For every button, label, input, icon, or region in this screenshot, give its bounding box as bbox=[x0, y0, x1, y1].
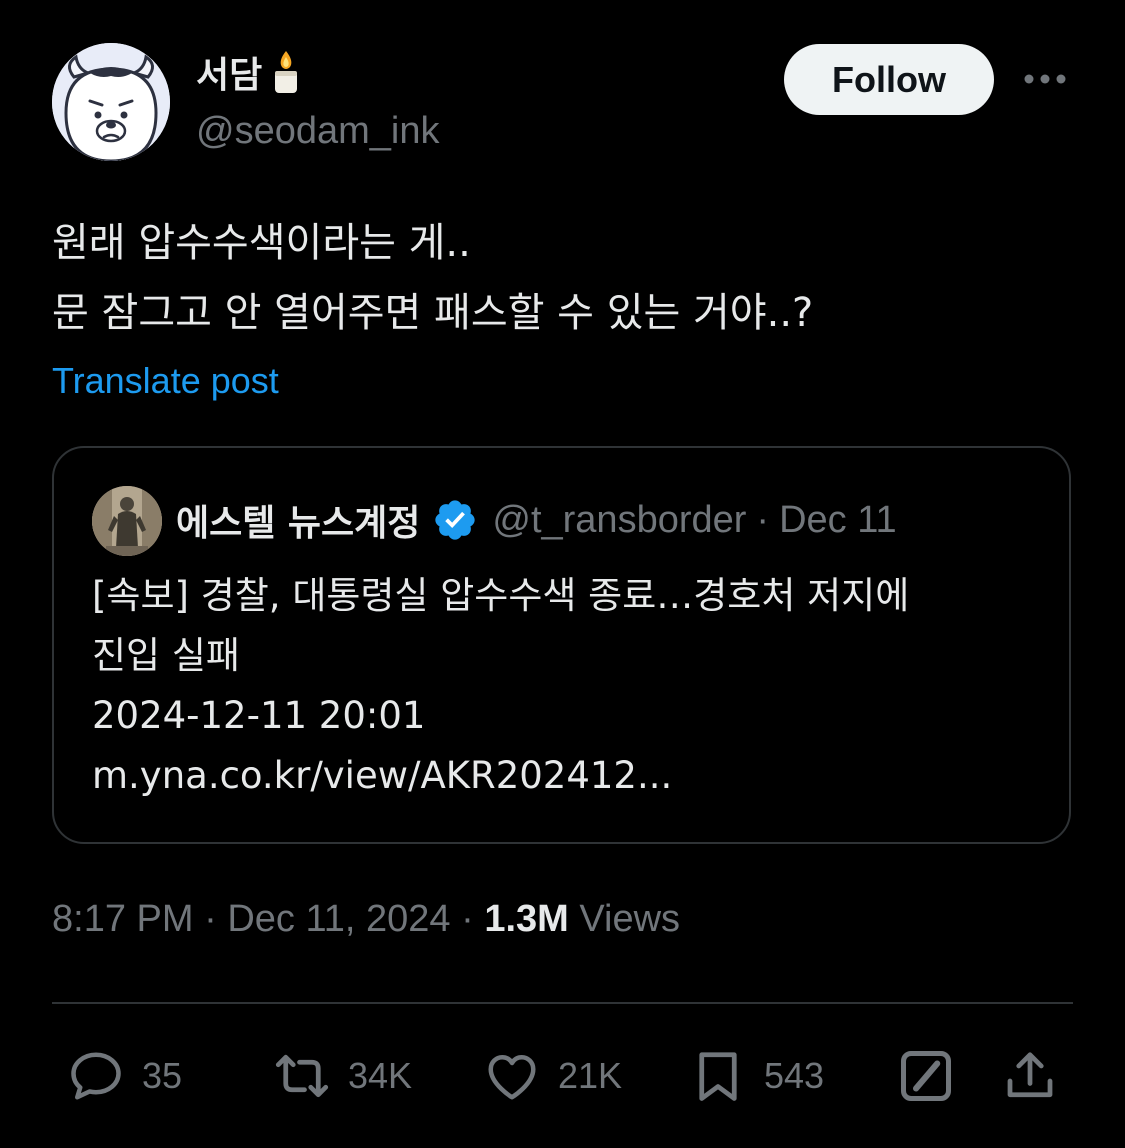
post-date[interactable]: Dec 11, 2024 bbox=[227, 898, 450, 940]
separator-dot: · bbox=[756, 498, 770, 541]
post-text: 원래 압수수색이라는 게.. 문 잠그고 안 열어주면 패스할 수 있는 거야.… bbox=[52, 208, 1072, 348]
translate-post-link[interactable]: Translate post bbox=[52, 360, 279, 402]
quoted-line: 2024-12-11 20:01 bbox=[92, 694, 426, 737]
repost-button[interactable]: 34K bbox=[272, 1046, 412, 1106]
verified-badge-icon bbox=[435, 500, 476, 540]
post-line: 문 잠그고 안 열어주면 패스할 수 있는 거야..? bbox=[52, 290, 814, 336]
ellipsis-icon[interactable] bbox=[1022, 64, 1068, 94]
author-display-name[interactable]: 서담 bbox=[196, 46, 300, 98]
polar-bear-avatar-icon bbox=[52, 43, 170, 161]
separator-dot: · bbox=[461, 898, 474, 940]
like-button[interactable]: 21K bbox=[482, 1046, 622, 1106]
post-line: 원래 압수수색이라는 게.. bbox=[52, 220, 471, 266]
repost-count: 34K bbox=[348, 1055, 413, 1096]
author-handle[interactable]: @seodam_ink bbox=[196, 110, 439, 153]
heart-icon bbox=[488, 1055, 536, 1100]
quoted-author-handle[interactable]: @t_ransborder bbox=[492, 499, 746, 542]
share-icon bbox=[1007, 1052, 1053, 1098]
author-avatar[interactable] bbox=[52, 43, 170, 161]
follow-button[interactable]: Follow bbox=[784, 44, 994, 115]
post-meta: 8:17 PM · Dec 11, 2024 · 1.3M Views bbox=[52, 898, 680, 941]
quoted-post-date[interactable]: Dec 11 bbox=[779, 499, 897, 542]
grok-button[interactable] bbox=[896, 1046, 956, 1111]
divider bbox=[52, 1002, 1073, 1004]
quoted-line: [속보] 경찰, 대통령실 압수수색 종료…경호처 저지에 bbox=[92, 574, 910, 617]
quoted-post-header: 에스텔 뉴스계정 @t_ransborder · Dec 11 bbox=[176, 494, 897, 546]
quoted-post-card[interactable]: 에스텔 뉴스계정 @t_ransborder · Dec 11 [속보] 경찰,… bbox=[52, 446, 1071, 844]
quoted-author-name[interactable]: 에스텔 뉴스계정 bbox=[176, 494, 420, 546]
quoted-author-avatar[interactable] bbox=[92, 486, 162, 556]
quoted-line: 진입 실패 bbox=[92, 634, 240, 677]
separator-dot: · bbox=[204, 898, 217, 940]
views-label: Views bbox=[579, 898, 681, 940]
reply-count: 35 bbox=[142, 1055, 183, 1096]
quoted-line: m.yna.co.kr/view/AKR202412... bbox=[92, 754, 673, 797]
views-count: 1.3M bbox=[484, 898, 569, 940]
share-button[interactable] bbox=[1000, 1046, 1060, 1111]
like-count: 21K bbox=[558, 1055, 623, 1096]
post-time[interactable]: 8:17 PM bbox=[52, 898, 194, 940]
bookmark-button[interactable]: 543 bbox=[688, 1046, 824, 1106]
author-name-text: 서담 bbox=[196, 55, 263, 96]
reply-button[interactable]: 35 bbox=[66, 1046, 182, 1106]
grok-icon bbox=[901, 1051, 951, 1101]
reply-icon bbox=[71, 1052, 121, 1100]
repost-icon bbox=[275, 1054, 329, 1098]
candle-icon bbox=[275, 51, 298, 93]
statue-avatar-icon bbox=[92, 486, 162, 556]
quoted-post-text: [속보] 경찰, 대통령실 압수수색 종료…경호처 저지에 진입 실패 2024… bbox=[92, 566, 1042, 806]
bookmark-icon bbox=[699, 1052, 737, 1101]
bookmark-count: 543 bbox=[764, 1055, 825, 1096]
